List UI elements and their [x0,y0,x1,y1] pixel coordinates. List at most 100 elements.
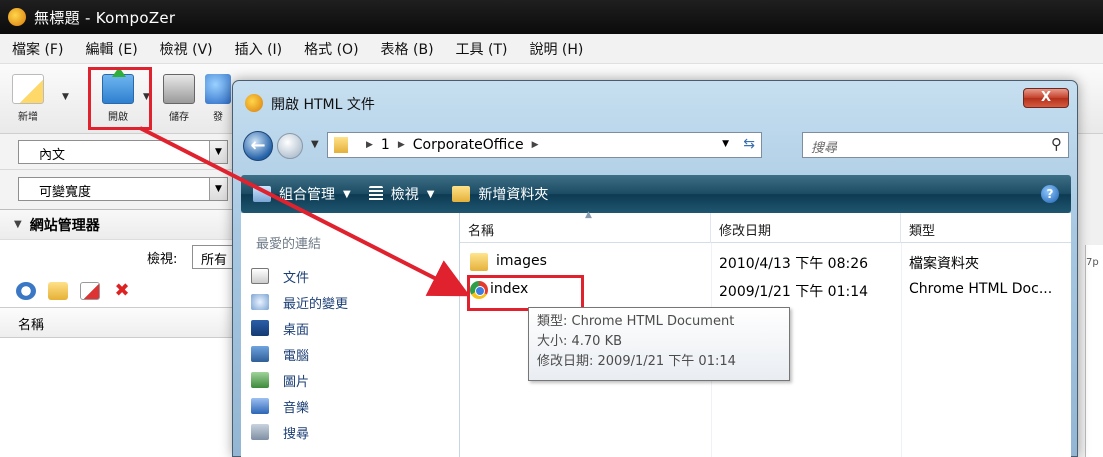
computer-icon [251,346,269,362]
site-manager-view-row: 檢視: 所有 [0,240,242,274]
tooltip-size: 大小: 4.70 KB [537,334,623,349]
recent-places-icon [251,294,269,310]
menu-format[interactable]: 格式 (O) [304,39,358,59]
menu-file[interactable]: 檔案 (F) [12,39,63,59]
publish-button[interactable]: 發 [203,70,233,130]
breadcrumb-segment-corporateoffice[interactable]: CorporateOffice [413,137,524,153]
new-button-label: 新增 [18,112,38,123]
column-modified[interactable]: 修改日期 [711,213,901,243]
editor-clipped-text: 7p [1086,257,1099,268]
chevron-down-icon: ▼ [426,188,435,200]
views-button[interactable]: 檢視 ▼ [368,184,435,204]
organize-button[interactable]: 組合管理 ▼ [253,184,351,204]
breadcrumb-separator-icon[interactable]: ▶ [366,140,373,150]
paragraph-style-select[interactable]: 內文 ▼ [18,140,228,164]
globe-icon [205,74,231,104]
font-value: 可變寬度 [39,185,92,200]
column-name[interactable]: 名稱 ▲ [460,210,711,243]
kompozer-app-icon [8,8,26,26]
favorite-links-title: 最愛的連結 [256,237,322,252]
new-folder-icon[interactable] [48,281,68,300]
menubar: 檔案 (F) 編輯 (E) 檢視 (V) 插入 (I) 格式 (O) 表格 (B… [0,34,1103,64]
nav-item-recent-changes[interactable]: 最近的變更 [251,289,348,315]
nav-item-music[interactable]: 音樂 [251,393,309,419]
organize-icon [253,186,271,202]
chevron-down-icon: ▼ [343,188,351,200]
back-arrow-icon[interactable]: ← [243,131,273,161]
annotation-box-open-button [88,67,152,130]
breadcrumb-segment-1[interactable]: 1 [381,137,390,153]
documents-icon [251,268,269,284]
window-title: 無標題 - KompoZer [34,8,176,27]
recent-locations-dropdown-icon[interactable]: ▼ [311,139,319,150]
new-folder-button[interactable]: 新增資料夾 [452,184,548,204]
dialog-command-bar: 組合管理 ▼ 檢視 ▼ 新增資料夾 ? [241,175,1071,213]
site-manager-header[interactable]: ▼ 網站管理器 [0,210,240,240]
nav-item-label: 音樂 [283,400,310,416]
help-icon[interactable]: ? [1041,185,1059,203]
open-file-dialog: 開啟 HTML 文件 X ← ▼ ▶ 1 ▶ CorporateOffice ▶… [232,80,1078,457]
nav-item-searches[interactable]: 搜尋 [251,419,309,445]
sort-ascending-icon: ▲ [585,210,592,220]
nav-item-label: 桌面 [283,322,310,338]
delete-icon[interactable]: ✖ [112,281,132,300]
edit-site-icon[interactable] [80,281,100,300]
nav-item-label: 電腦 [283,348,310,364]
breadcrumb-separator-icon[interactable]: ▶ [532,140,539,150]
file-type: 檔案資料夾 [909,256,979,272]
navigation-pane: 最愛的連結 文件 最近的變更 桌面 電腦 圖片 音樂 搜尋 [241,213,460,457]
address-breadcrumb[interactable]: ▶ 1 ▶ CorporateOffice ▶ ▼ ⇆ [327,132,762,158]
address-dropdown-icon[interactable]: ▼ [722,139,729,149]
nav-item-documents[interactable]: 文件 [251,263,309,289]
window-titlebar: 無標題 - KompoZer [0,0,1103,34]
chevron-down-icon: ▼ [209,141,227,163]
column-type-label: 類型 [909,224,936,239]
nav-item-pictures[interactable]: 圖片 [251,367,309,393]
dialog-close-button[interactable]: X [1023,88,1069,108]
site-manager-title: 網站管理器 [29,217,100,234]
nav-item-computer[interactable]: 電腦 [251,341,309,367]
music-icon [251,398,269,414]
new-dropdown-arrow-icon[interactable]: ▼ [62,92,70,102]
file-modified: 2009/1/21 下午 01:14 [719,284,869,300]
file-type: Chrome HTML Doc... [909,281,1053,297]
dialog-app-icon [245,94,263,112]
refresh-icon[interactable]: ⇆ [743,136,755,152]
menu-help[interactable]: 說明 (H) [529,39,583,59]
save-button[interactable]: 儲存 [157,70,201,130]
menu-tools[interactable]: 工具 (T) [456,39,508,59]
menu-edit[interactable]: 編輯 (E) [85,39,137,59]
nav-item-label: 搜尋 [283,426,310,442]
folder-icon [470,253,488,271]
search-input[interactable]: 搜尋 ⚲ [802,132,1069,158]
site-manager-iconbar: ✖ [0,274,240,308]
menu-table[interactable]: 表格 (B) [381,39,434,59]
site-manager-column-header[interactable]: 名稱 [0,308,240,338]
font-select[interactable]: 可變寬度 ▼ [18,177,228,201]
file-info-tooltip: 類型: Chrome HTML Document 大小: 4.70 KB 修改日… [528,307,790,381]
file-row-images[interactable]: images 2010/4/13 下午 08:26 檔案資料夾 [460,249,1071,275]
tooltip-type: 類型: Chrome HTML Document [537,314,735,329]
column-name-label: 名稱 [468,224,495,239]
chevron-down-icon: ▼ [209,178,227,200]
menu-insert[interactable]: 插入 (I) [235,39,283,59]
refresh-icon[interactable] [16,281,36,300]
menu-view[interactable]: 檢視 (V) [160,39,213,59]
editor-area-edge: 7p [1085,245,1103,457]
file-name: images [496,253,547,269]
folder-icon [334,137,348,153]
nav-item-label: 文件 [283,270,310,286]
column-type[interactable]: 類型 [901,213,1071,243]
nav-item-desktop[interactable]: 桌面 [251,315,309,341]
collapse-triangle-icon[interactable]: ▼ [14,219,22,230]
breadcrumb-separator-icon[interactable]: ▶ [398,140,405,150]
search-icon[interactable]: ⚲ [1051,135,1062,153]
forward-arrow-icon[interactable] [277,133,303,159]
file-list-header: 名稱 ▲ 修改日期 類型 [460,210,1071,243]
nav-item-label: 圖片 [283,374,310,390]
searches-icon [251,424,269,440]
format-toolbar-1: 內文 ▼ [0,134,240,170]
new-button[interactable]: 新增 [6,70,50,130]
tooltip-modified: 修改日期: 2009/1/21 下午 01:14 [537,354,736,369]
pictures-icon [251,372,269,388]
